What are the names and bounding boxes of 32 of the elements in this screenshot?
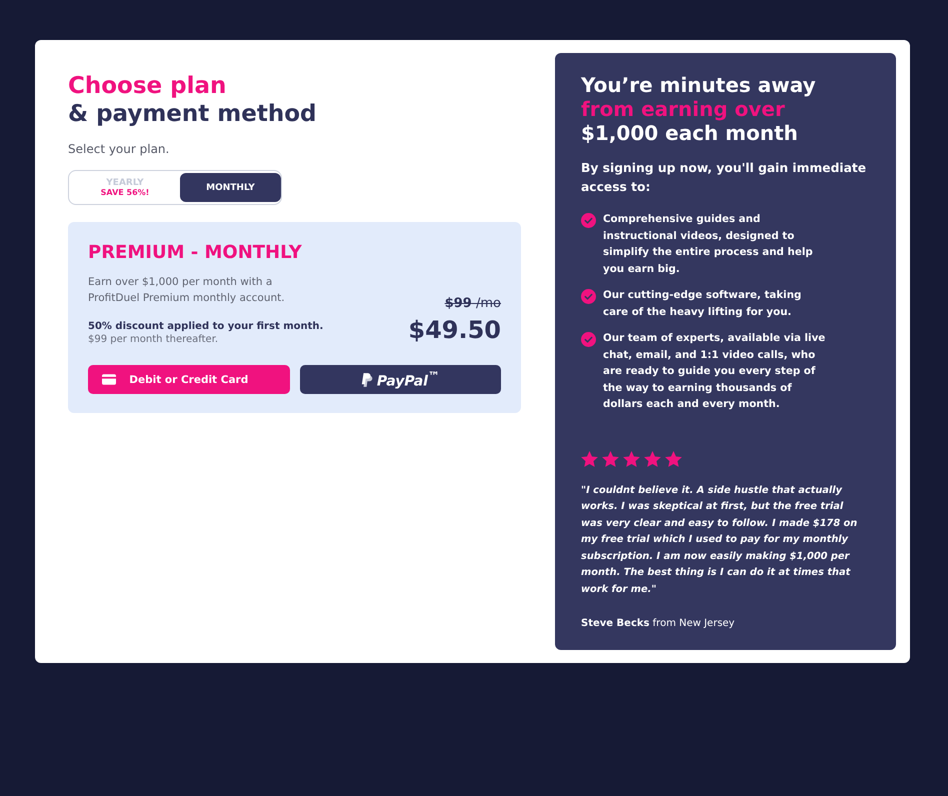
star-icon — [581, 450, 598, 466]
double-p-icon — [360, 372, 373, 386]
current-price: $49.50 — [408, 315, 501, 346]
promo-intro: By signing up now, you'll gain immediate access to: — [581, 160, 868, 196]
check-circle-icon — [581, 332, 596, 347]
renewal-note: $99 per month thereafter. — [88, 333, 220, 346]
check-circle-icon — [581, 289, 596, 304]
star-icon — [644, 450, 661, 466]
billing-tab[interactable]: MONTHLY — [180, 173, 281, 202]
star-icon — [602, 450, 619, 466]
plan-description: Earn over $1,000 per month with a ProfitDuel Premium monthly account. — [88, 275, 286, 306]
star-icon — [665, 450, 682, 466]
review-author: Steve Becks from New Jersey — [581, 618, 736, 629]
star-icon — [623, 450, 640, 466]
credit-card-icon — [102, 374, 116, 385]
title-line: & payment method — [68, 100, 318, 128]
review-quote: "I couldnt believe it. A side hustle that actually works. I was skeptical at first, but the free trial was very clear and easy to follow. I made $178 on my free trial which I used to pay for my monthly subscription. I am now easily making $1,000 per month. The best thing is I can do it at times that work for me." — [581, 484, 858, 596]
title-line: Choose plan — [68, 72, 228, 100]
benefit-text: Our team of experts, available via live chat, email, and 1:1 video calls, who are ready to guide you every step of the way to earning thousands of dollars each and every month. — [603, 331, 826, 412]
promo-heading-line: You’re minutes away — [581, 73, 817, 97]
discount-note: 50% discount applied to your first month. — [88, 320, 324, 333]
old-price: $99 /mo — [444, 296, 501, 312]
paypal-button[interactable]: PayPal$^{™}$ — [300, 365, 501, 394]
benefit-text: Comprehensive guides and instructional videos, designed to simplify the entire process and help you earn big. — [603, 212, 814, 276]
benefit-text: Our cutting-edge software, taking care of the heavy lifting for you. — [603, 288, 802, 320]
card-payment-button[interactable]: Debit or Credit Card — [88, 365, 290, 394]
promo-heading-line: from earning over — [581, 97, 786, 121]
promo-heading-line: $1,000 each month — [581, 121, 799, 145]
plan-title: PREMIUM - MONTHLY — [88, 242, 303, 264]
subtitle: Select your plan. — [68, 142, 170, 156]
check-circle-icon — [581, 213, 596, 228]
billing-tab[interactable]: YEARLY SAVE 56%! — [71, 173, 179, 202]
